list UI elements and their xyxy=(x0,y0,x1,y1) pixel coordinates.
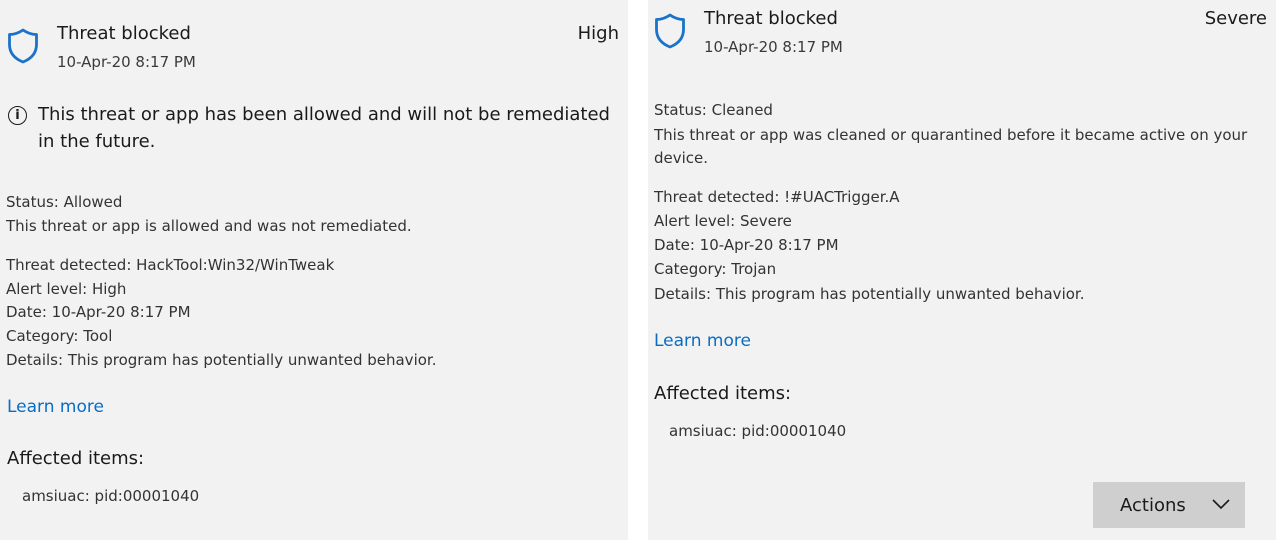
affected-item: amsiuac: pid:00001040 xyxy=(22,487,200,505)
detail-category: Category: Tool xyxy=(6,327,113,345)
affected-item: amsiuac: pid:00001040 xyxy=(669,422,847,440)
detail-description: Details: This program has potentially un… xyxy=(654,285,1085,303)
detail-date: Date: 10-Apr-20 8:17 PM xyxy=(6,303,191,321)
affected-items-heading: Affected items: xyxy=(7,448,145,469)
chevron-down-icon xyxy=(1212,499,1230,510)
detail-alert-level: Alert level: High xyxy=(6,280,127,298)
learn-more-link[interactable]: Learn more xyxy=(7,397,104,417)
allowed-notice: This threat or app has been allowed and … xyxy=(38,104,610,152)
detail-threat-detected: Threat detected: !#UACTrigger.A xyxy=(654,188,900,206)
threat-date: 10-Apr-20 8:17 PM xyxy=(704,38,843,56)
threat-panel-right: Threat blocked 10-Apr-20 8:17 PM Severe … xyxy=(648,0,1276,540)
threat-title: Threat blocked xyxy=(57,23,191,44)
info-icon: i xyxy=(8,106,27,125)
severity-label: High xyxy=(577,23,619,44)
detail-category: Category: Trojan xyxy=(654,260,777,278)
affected-items-heading: Affected items: xyxy=(654,383,792,404)
detail-threat-detected: Threat detected: HackTool:Win32/WinTweak xyxy=(6,256,335,274)
actions-button[interactable]: Actions xyxy=(1093,482,1245,528)
status-text: Status: Allowed xyxy=(6,193,123,211)
status-description: This threat or app is allowed and was no… xyxy=(6,217,412,235)
learn-more-link[interactable]: Learn more xyxy=(654,331,751,351)
threat-date: 10-Apr-20 8:17 PM xyxy=(57,53,196,71)
actions-label: Actions xyxy=(1120,494,1186,516)
threat-panel-left: Threat blocked 10-Apr-20 8:17 PM High i … xyxy=(0,0,628,540)
shield-icon xyxy=(655,13,685,49)
shield-icon xyxy=(8,28,38,64)
status-text: Status: Cleaned xyxy=(654,101,773,119)
threat-title: Threat blocked xyxy=(704,8,838,29)
status-description-line-1: This threat or app was cleaned or quaran… xyxy=(654,126,1248,144)
status-description-line-2: device. xyxy=(654,149,709,167)
detail-date: Date: 10-Apr-20 8:17 PM xyxy=(654,236,839,254)
detail-description: Details: This program has potentially un… xyxy=(6,351,437,369)
severity-label: Severe xyxy=(1204,8,1267,29)
detail-alert-level: Alert level: Severe xyxy=(654,212,792,230)
